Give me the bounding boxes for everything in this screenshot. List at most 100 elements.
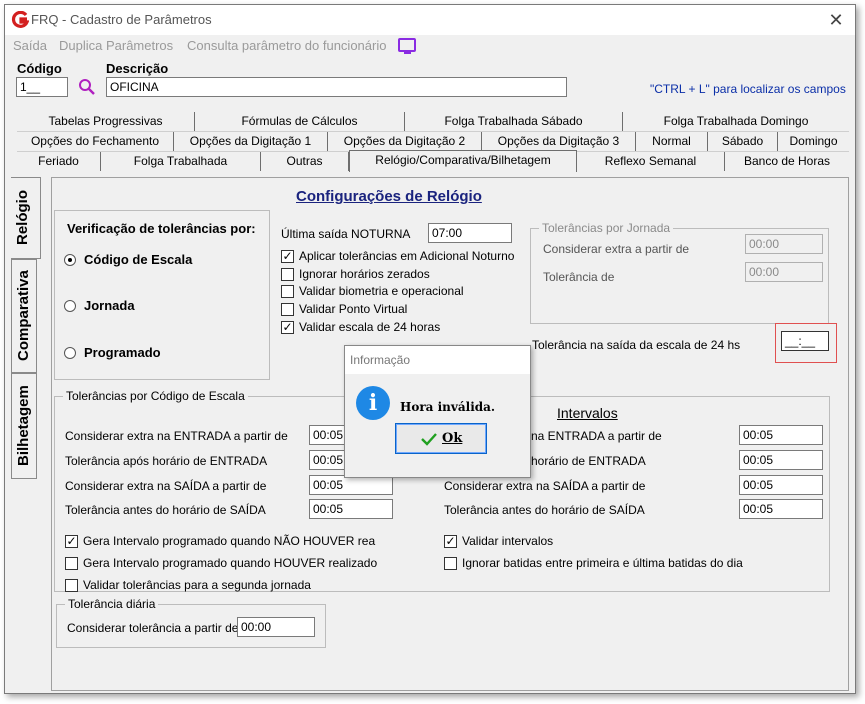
tab-formulas-calculos[interactable]: Fórmulas de Cálculos bbox=[195, 112, 405, 131]
intervalo-row-4-field[interactable]: 00:05 bbox=[739, 499, 823, 519]
chk-biometria-label[interactable]: Validar biometria e operacional bbox=[299, 284, 464, 298]
saida-24-field[interactable]: __:__ bbox=[781, 331, 829, 351]
intervalos-title: Intervalos bbox=[557, 405, 618, 421]
chk-ignorar-zerados[interactable] bbox=[281, 268, 294, 281]
intervalo-row-2-field[interactable]: 00:05 bbox=[739, 450, 823, 470]
chk-gera-nao-houver[interactable]: ✓ bbox=[65, 535, 78, 548]
dialog-message: Hora inválida. bbox=[400, 400, 496, 414]
chk-escala-24-label[interactable]: Validar escala de 24 horas bbox=[299, 320, 440, 334]
chk-biometria[interactable] bbox=[281, 285, 294, 298]
chk-segunda-jornada-label[interactable]: Validar tolerâncias para a segunda jorna… bbox=[83, 578, 311, 592]
tab-folga-sabado[interactable]: Folga Trabalhada Sábado bbox=[405, 112, 623, 131]
monitor-icon[interactable] bbox=[398, 38, 416, 54]
tab-row-3: Feriado Folga Trabalhada Outras Relógio/… bbox=[17, 150, 849, 172]
dialog-title-bar: Informação bbox=[345, 346, 530, 374]
vtab-bilhetagem[interactable]: Bilhetagem bbox=[11, 373, 37, 479]
tab-digitacao-3[interactable]: Opções da Digitação 3 bbox=[482, 132, 636, 151]
menu-consulta-parametro[interactable]: Consulta parâmetro do funcionário bbox=[187, 38, 386, 53]
search-icon[interactable] bbox=[78, 78, 96, 96]
chk-ponto-virtual-label[interactable]: Validar Ponto Virtual bbox=[299, 302, 407, 316]
chk-gera-nao-houver-label[interactable]: Gera Intervalo programado quando NÃO HOU… bbox=[83, 534, 375, 548]
verificacao-title: Verificação de tolerâncias por: bbox=[67, 221, 256, 236]
chk-ponto-virtual[interactable] bbox=[281, 303, 294, 316]
ok-button[interactable]: Ok bbox=[395, 423, 487, 454]
escala-row-4-field[interactable]: 00:05 bbox=[309, 499, 393, 519]
chk-ignorar-batidas-label[interactable]: Ignorar batidas entre primeira e última … bbox=[462, 556, 743, 570]
chk-validar-intervalos[interactable]: ✓ bbox=[444, 535, 457, 548]
radio-jornada-label[interactable]: Jornada bbox=[84, 298, 135, 313]
tab-normal[interactable]: Normal bbox=[636, 132, 708, 151]
tab-outras[interactable]: Outras bbox=[261, 152, 349, 171]
menu-saida[interactable]: Saída bbox=[13, 38, 47, 53]
codigo-field[interactable]: 1__ bbox=[16, 77, 68, 97]
radio-programado-label[interactable]: Programado bbox=[84, 345, 161, 360]
descricao-label: Descrição bbox=[106, 61, 169, 76]
check-icon bbox=[421, 433, 437, 446]
ok-button-label[interactable]: Ok bbox=[442, 431, 462, 446]
noturna-label: Última saída NOTURNA bbox=[281, 227, 411, 241]
chk-adicional-noturno-label[interactable]: Aplicar tolerâncias em Adicional Noturno bbox=[299, 249, 514, 263]
chk-segunda-jornada[interactable] bbox=[65, 579, 78, 592]
saida-24-label: Tolerância na saída da escala de 24 hs bbox=[532, 338, 741, 352]
tolerancias-jornada-title: Tolerâncias por Jornada bbox=[539, 221, 674, 235]
escala-row-1-label: Considerar extra na ENTRADA a partir de bbox=[65, 429, 288, 443]
tab-digitacao-1[interactable]: Opções da Digitação 1 bbox=[174, 132, 328, 151]
chk-gera-houver-label[interactable]: Gera Intervalo programado quando HOUVER … bbox=[83, 556, 377, 570]
vtab-comparativa[interactable]: Comparativa bbox=[11, 259, 37, 373]
radio-codigo-escala[interactable] bbox=[64, 254, 76, 266]
shortcut-hint: "CTRL + L" para localizar os campos bbox=[650, 82, 846, 96]
tab-folga-trabalhada[interactable]: Folga Trabalhada bbox=[101, 152, 261, 171]
tab-tabelas-progressivas[interactable]: Tabelas Progressivas bbox=[17, 112, 195, 131]
tab-banco-horas[interactable]: Banco de Horas bbox=[725, 152, 849, 171]
chk-ignorar-batidas[interactable] bbox=[444, 557, 457, 570]
escala-row-3-field[interactable]: 00:05 bbox=[309, 475, 393, 495]
chk-escala-24[interactable]: ✓ bbox=[281, 321, 294, 334]
tab-digitacao-2[interactable]: Opções da Digitação 2 bbox=[328, 132, 482, 151]
tolerancia-diaria-group: Tolerância diária Considerar tolerância … bbox=[56, 597, 326, 648]
noturna-field[interactable]: 07:00 bbox=[428, 223, 512, 243]
intervalo-row-3-field[interactable]: 00:05 bbox=[739, 475, 823, 495]
vtab-relogio[interactable]: Relógio bbox=[11, 177, 41, 259]
radio-programado[interactable] bbox=[64, 347, 76, 359]
info-icon: i bbox=[356, 386, 390, 420]
jornada-extra-field[interactable]: 00:00 bbox=[745, 234, 823, 254]
jornada-tolerancia-label: Tolerância de bbox=[543, 270, 615, 284]
info-dialog: Informação i Hora inválida. Ok bbox=[344, 345, 531, 478]
tab-opcoes-fechamento[interactable]: Opções do Fechamento bbox=[17, 132, 174, 151]
chk-adicional-noturno[interactable]: ✓ bbox=[281, 250, 294, 263]
app-logo-icon bbox=[11, 11, 29, 28]
tab-folga-domingo[interactable]: Folga Trabalhada Domingo bbox=[623, 112, 849, 131]
tab-sabado[interactable]: Sábado bbox=[708, 132, 778, 151]
window-title: FRQ - Cadastro de Parâmetros bbox=[31, 12, 212, 27]
tab-relogio-comparativa-bilhetagem[interactable]: Relógio/Comparativa/Bilhetagem bbox=[349, 150, 577, 172]
tab-row-1: Tabelas Progressivas Fórmulas de Cálculo… bbox=[17, 112, 849, 131]
chk-gera-houver[interactable] bbox=[65, 557, 78, 570]
tolerancia-diaria-title: Tolerância diária bbox=[65, 597, 159, 611]
codigo-escala-title: Tolerâncias por Código de Escala bbox=[63, 389, 248, 403]
descricao-field[interactable]: OFICINA bbox=[106, 77, 567, 97]
tab-domingo[interactable]: Domingo bbox=[778, 132, 849, 151]
radio-jornada[interactable] bbox=[64, 300, 76, 312]
close-icon[interactable]: ✕ bbox=[823, 7, 849, 33]
intervalo-row-1-field[interactable]: 00:05 bbox=[739, 425, 823, 445]
escala-row-4-label: Tolerância antes do horário de SAÍDA bbox=[65, 503, 266, 517]
tolerancias-jornada-group: Tolerâncias por Jornada Considerar extra… bbox=[530, 221, 829, 324]
escala-row-2-label: Tolerância após horário de ENTRADA bbox=[65, 454, 268, 468]
tolerancia-diaria-label: Considerar tolerância a partir de bbox=[67, 621, 239, 635]
intervalo-row-1-label: na ENTRADA a partir de bbox=[531, 429, 662, 443]
jornada-tolerancia-field[interactable]: 00:00 bbox=[745, 262, 823, 282]
jornada-extra-label: Considerar extra a partir de bbox=[543, 242, 690, 256]
chk-ignorar-zerados-label[interactable]: Ignorar horários zerados bbox=[299, 267, 430, 281]
radio-codigo-escala-label[interactable]: Código de Escala bbox=[84, 252, 192, 267]
tab-reflexo-semanal[interactable]: Reflexo Semanal bbox=[577, 152, 725, 171]
escala-row-3-label: Considerar extra na SAÍDA a partir de bbox=[65, 479, 267, 493]
intervalo-row-2-label: horário de ENTRADA bbox=[531, 454, 646, 468]
tolerancia-diaria-field[interactable]: 00:00 bbox=[237, 617, 315, 637]
codigo-label: Código bbox=[17, 61, 62, 76]
intervalo-row-3-label: Considerar extra na SAÍDA a partir de bbox=[444, 479, 646, 493]
tab-feriado[interactable]: Feriado bbox=[17, 152, 101, 171]
menu-duplica-parametros[interactable]: Duplica Parâmetros bbox=[59, 38, 173, 53]
chk-validar-intervalos-label[interactable]: Validar intervalos bbox=[462, 534, 553, 548]
dialog-title: Informação bbox=[350, 353, 411, 367]
tab-row-2: Opções do Fechamento Opções da Digitação… bbox=[17, 132, 849, 151]
